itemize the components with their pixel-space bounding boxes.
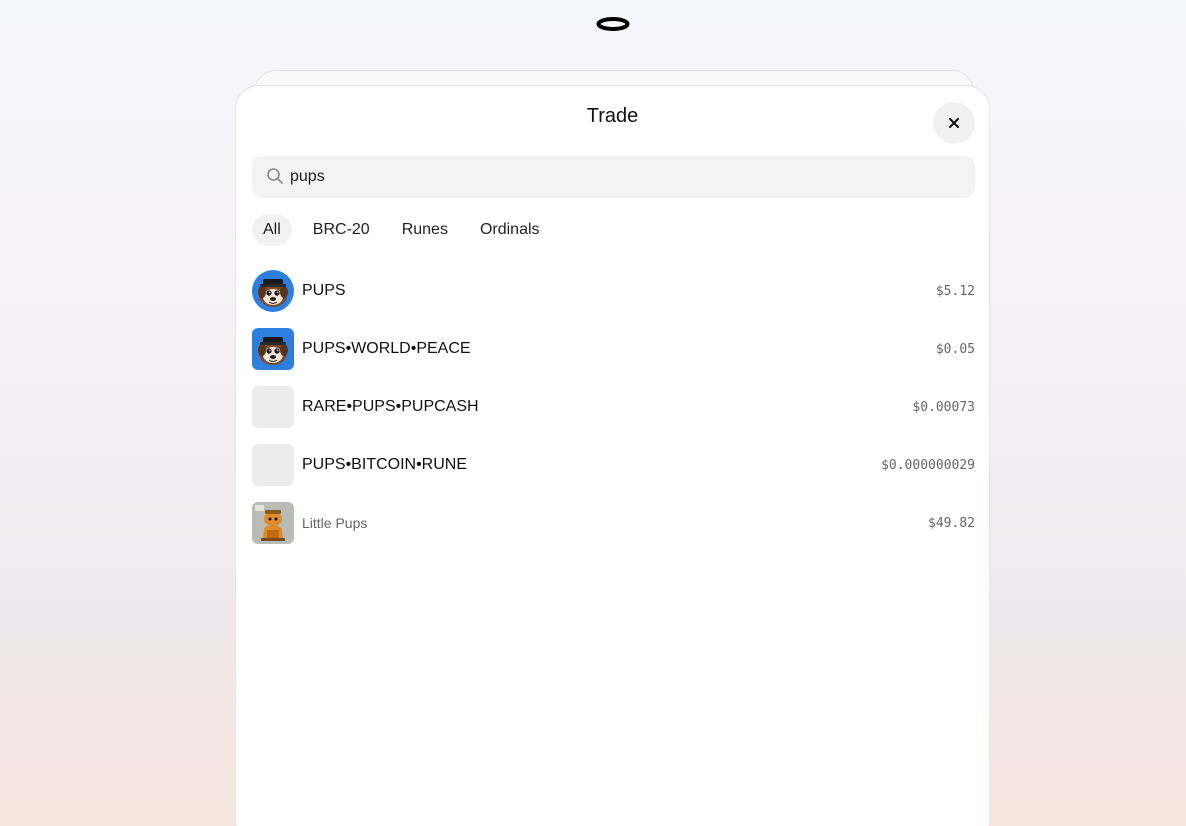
token-name: PUPS•BITCOIN•RUNE bbox=[302, 456, 467, 473]
token-price: $0.000000029 bbox=[881, 458, 975, 473]
list-item[interactable]: PUPS•WORLD•PEACE $0.05 bbox=[252, 328, 975, 370]
tab-all[interactable]: All bbox=[252, 214, 292, 246]
search-box[interactable] bbox=[252, 156, 975, 198]
list-item[interactable]: PUPS•BITCOIN•RUNE $0.000000029 bbox=[252, 444, 975, 486]
close-button[interactable] bbox=[933, 102, 975, 144]
token-name: RARE•PUPS•PUPCASH bbox=[302, 398, 479, 415]
token-name: Little Pups bbox=[302, 515, 368, 531]
token-price: $5.12 bbox=[935, 284, 975, 299]
filter-tabs: All BRC-20 Runes Ordinals bbox=[252, 214, 561, 246]
token-price: $0.00073 bbox=[912, 400, 975, 415]
close-icon bbox=[949, 118, 959, 128]
little-pups-avatar bbox=[252, 502, 294, 544]
tab-brc20[interactable]: BRC-20 bbox=[302, 214, 381, 246]
tab-ordinals[interactable]: Ordinals bbox=[469, 214, 551, 246]
placeholder-avatar bbox=[252, 444, 294, 486]
list-item[interactable]: Little Pups $49.82 bbox=[252, 502, 975, 544]
pups-world-peace-avatar bbox=[252, 328, 294, 370]
placeholder-avatar bbox=[252, 386, 294, 428]
pups-avatar bbox=[252, 270, 294, 312]
token-price: $0.05 bbox=[935, 342, 975, 357]
list-item[interactable]: RARE•PUPS•PUPCASH $0.00073 bbox=[252, 386, 975, 428]
token-price: $49.82 bbox=[928, 516, 975, 531]
modal-title: Trade bbox=[586, 105, 639, 127]
search-icon bbox=[267, 168, 283, 184]
results-list: PUPS $5.12 PUPS•WORLD•PEACE $0.05 RARE•P… bbox=[252, 270, 975, 560]
tab-runes[interactable]: Runes bbox=[391, 214, 459, 246]
list-item[interactable]: PUPS $5.12 bbox=[252, 270, 975, 312]
token-name: PUPS•WORLD•PEACE bbox=[302, 340, 471, 357]
search-input[interactable] bbox=[290, 156, 960, 198]
token-name: PUPS bbox=[302, 282, 346, 299]
logo-icon bbox=[596, 17, 630, 31]
trade-modal: Trade All BRC-20 Runes Ordinals bbox=[235, 85, 990, 826]
